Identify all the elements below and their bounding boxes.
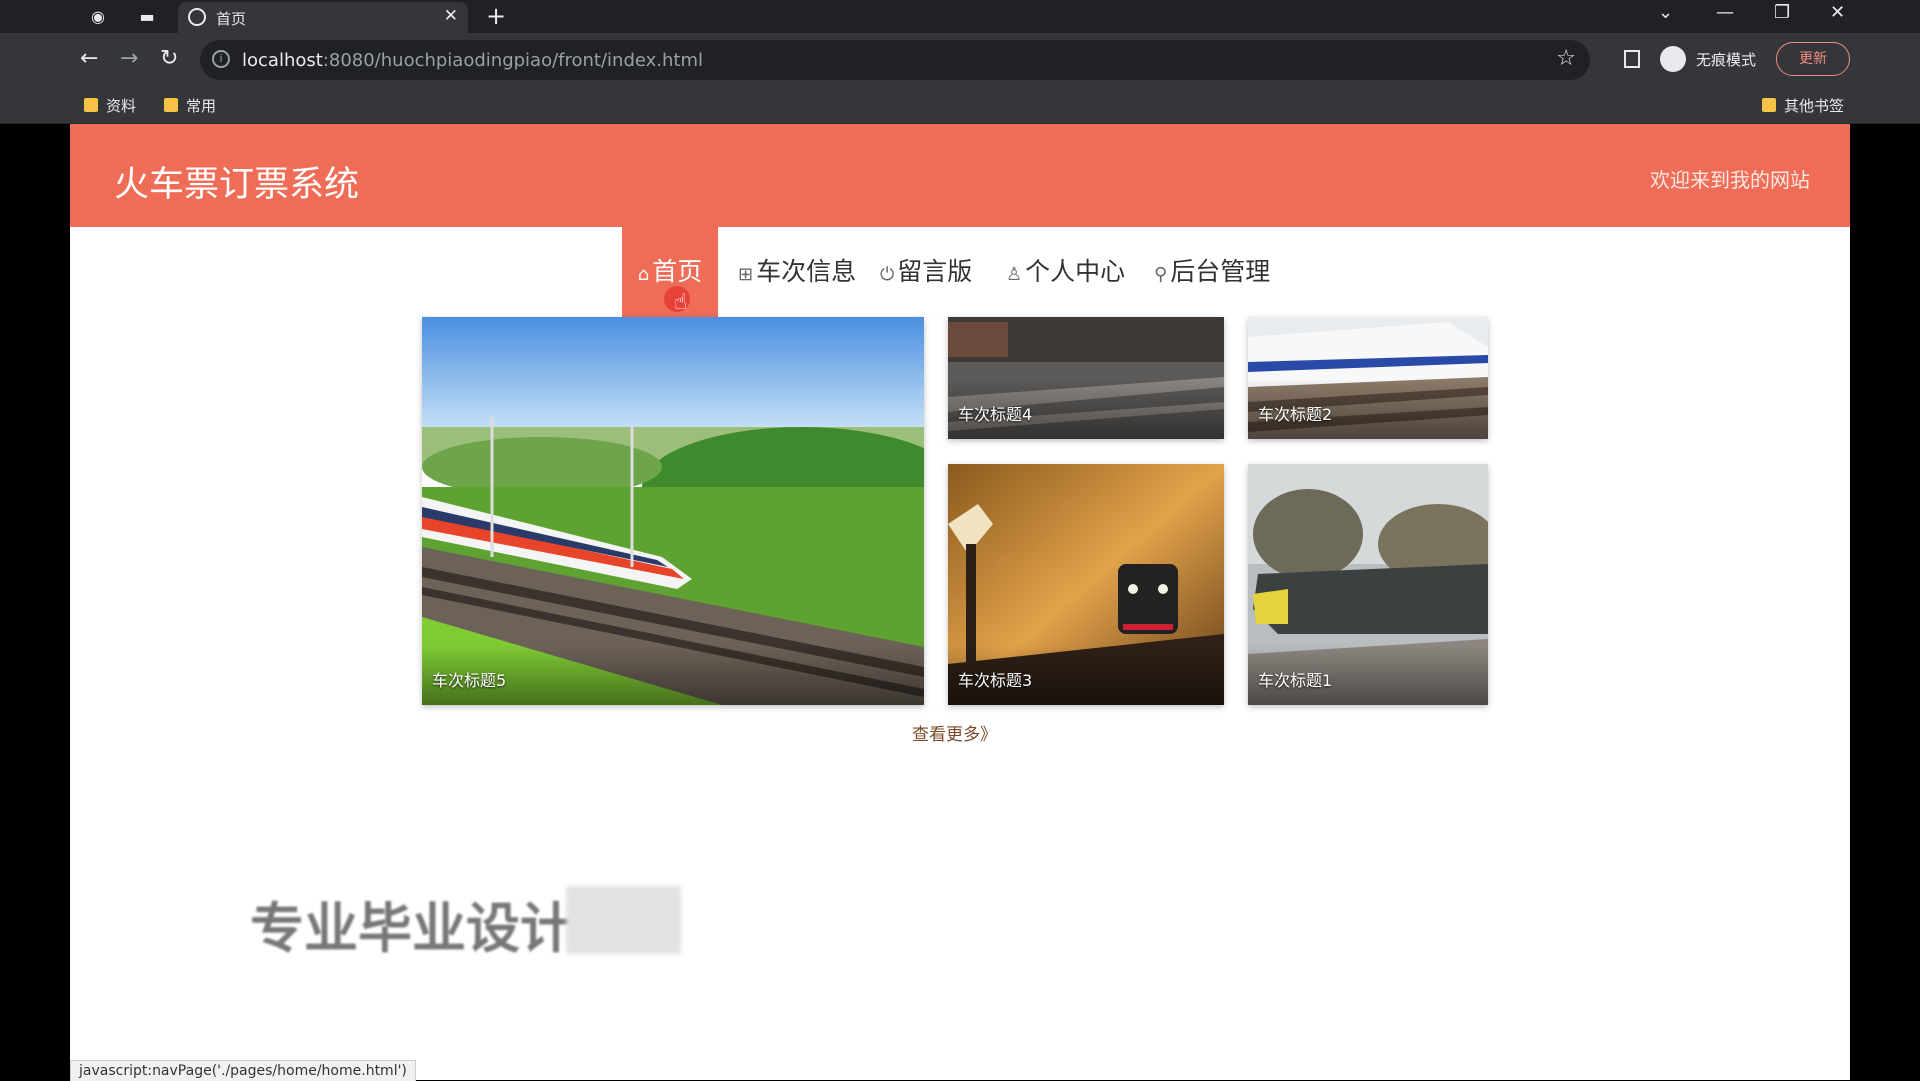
bookmark-star-icon[interactable]: ☆ xyxy=(1556,46,1576,71)
update-button[interactable]: 更新 xyxy=(1776,42,1850,76)
site-title: 火车票订票系统 xyxy=(114,165,360,205)
back-icon[interactable]: ← xyxy=(80,47,98,71)
main-nav: ⌂ 首页 ⊞ 车次信息 ⏻ 留言版 ♙ 个人中心 ⚲ 后台管理 xyxy=(70,227,1850,317)
other-bookmarks[interactable]: 其他书签 xyxy=(1762,95,1844,116)
page-viewport: 火车票订票系统 欢迎来到我的网站 ⌂ 首页 ⊞ 车次信息 ⏻ 留言版 ♙ 个人中心 ⚲ 后… xyxy=(70,124,1850,1080)
tab-search-icon[interactable]: ▬ xyxy=(136,6,158,28)
train-card-3[interactable]: 车次标题3 xyxy=(948,464,1224,705)
new-tab-icon[interactable]: + xyxy=(486,2,506,30)
blurred-region xyxy=(566,886,681,954)
folder-icon xyxy=(1762,98,1776,112)
bookmark-folder[interactable]: 资料 xyxy=(84,95,136,116)
reload-icon[interactable]: ↻ xyxy=(160,47,178,71)
user-icon: ♙ xyxy=(1006,264,1023,285)
train-card-4[interactable]: 车次标题4 xyxy=(948,317,1224,439)
train-card-caption: 车次标题1 xyxy=(1258,671,1333,690)
window-close-icon[interactable]: ✕ xyxy=(1830,2,1845,23)
home-icon: ⌂ xyxy=(637,264,650,285)
status-bar-url: javascript:navPage('./pages/home/home.ht… xyxy=(70,1060,416,1081)
chevron-down-icon[interactable]: ⌄ xyxy=(1658,2,1673,23)
forward-icon[interactable]: → xyxy=(120,47,138,71)
info-icon[interactable]: i xyxy=(212,50,230,68)
nav-item-admin[interactable]: ⚲ 后台管理 xyxy=(1154,227,1270,317)
nav-item-train-info[interactable]: ⊞ 车次信息 xyxy=(738,227,856,317)
footer-title: 专业毕业设计 xyxy=(250,897,574,960)
bookmark-folder[interactable]: 常用 xyxy=(164,95,216,116)
train-card-caption: 车次标题3 xyxy=(958,671,1033,690)
browser-tab[interactable]: 首页 ✕ xyxy=(178,2,468,33)
train-card-caption: 车次标题2 xyxy=(1258,405,1333,424)
incognito-icon[interactable] xyxy=(1660,46,1686,72)
train-card-caption: 车次标题4 xyxy=(958,405,1033,424)
hand-cursor-icon: ☝ xyxy=(674,290,688,315)
url-text[interactable]: localhost:8080/huochpiaodingpiao/front/i… xyxy=(242,50,703,71)
grid-icon: ⊞ xyxy=(738,264,754,285)
address-bar[interactable]: i localhost:8080/huochpiaodingpiao/front… xyxy=(200,40,1590,80)
tab-title: 首页 xyxy=(216,10,247,28)
globe-icon[interactable]: ◉ xyxy=(87,6,109,28)
folder-icon xyxy=(84,98,98,112)
restore-icon[interactable]: ❐ xyxy=(1774,2,1790,23)
train-card-1[interactable]: 车次标题1 xyxy=(1248,464,1488,705)
view-more-link[interactable]: 查看更多》 xyxy=(912,720,997,745)
browser-toolbar: ← → ↻ i localhost:8080/huochpiaodingpiao… xyxy=(0,33,1920,87)
welcome-text: 欢迎来到我的网站 xyxy=(1650,168,1810,192)
close-icon[interactable]: ✕ xyxy=(444,6,458,26)
folder-icon xyxy=(164,98,178,112)
site-header: 火车票订票系统 欢迎来到我的网站 xyxy=(70,124,1850,227)
train-card-caption: 车次标题5 xyxy=(432,671,507,690)
incognito-label: 无痕模式 xyxy=(1696,51,1757,69)
favicon-icon xyxy=(188,8,206,26)
minimize-icon[interactable]: — xyxy=(1716,2,1734,23)
train-card-2[interactable]: 车次标题2 xyxy=(1248,317,1488,439)
browser-tab-bar: ◉ ▬ 首页 ✕ + ⌄ — ❐ ✕ xyxy=(0,0,1920,33)
link-icon: ⚲ xyxy=(1154,264,1168,285)
nav-item-personal-center[interactable]: ♙ 个人中心 xyxy=(1006,227,1125,317)
side-panel-icon[interactable] xyxy=(1624,50,1640,68)
bookmarks-bar: 资料 常用 其他书签 xyxy=(0,87,1920,124)
train-card-5[interactable]: 车次标题5 xyxy=(422,317,924,705)
power-icon: ⏻ xyxy=(880,264,895,285)
nav-item-messages[interactable]: ⏻ 留言版 xyxy=(880,227,972,317)
